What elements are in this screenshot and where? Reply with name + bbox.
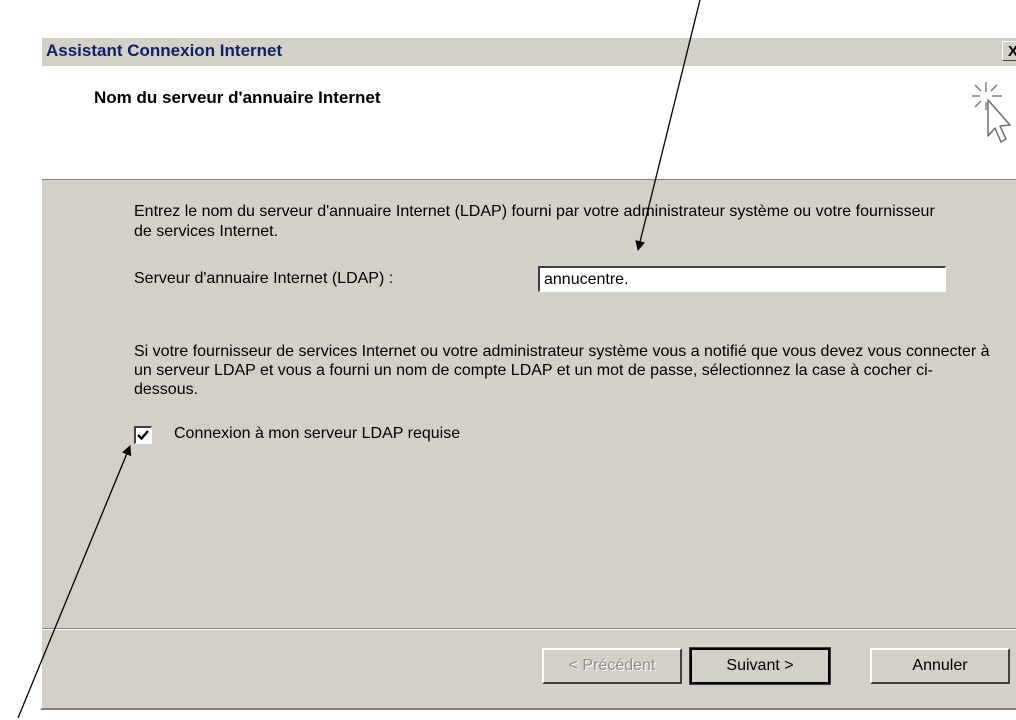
back-button[interactable]: < Précédent — [542, 648, 682, 684]
wizard-cursor-icon — [972, 82, 1011, 143]
page-title: Nom du serveur d'annuaire Internet — [94, 88, 381, 107]
window-title: Assistant Connexion Internet — [46, 41, 283, 60]
cancel-button[interactable]: Annuler — [870, 648, 1010, 684]
wizard-header: Nom du serveur d'annuaire Internet — [42, 66, 1016, 180]
page: Assistant Connexion Internet X Nom du se… — [0, 0, 1016, 720]
checkmark-icon — [137, 430, 149, 441]
wizard-body: Entrez le nom du serveur d'annuaire Inte… — [42, 182, 1016, 628]
title-bar[interactable]: Assistant Connexion Internet X — [42, 38, 1016, 66]
next-button[interactable]: Suivant > — [689, 647, 831, 685]
wizard-dialog: Assistant Connexion Internet X Nom du se… — [40, 38, 1016, 710]
logon-required-checkbox[interactable] — [134, 426, 152, 444]
notice-text: Si votre fournisseur de services Interne… — [134, 343, 990, 398]
button-separator — [42, 628, 1016, 630]
ldap-server-input[interactable] — [538, 266, 946, 292]
close-button[interactable]: X — [1002, 41, 1016, 61]
server-field-label: Serveur d'annuaire Internet (LDAP) : — [134, 270, 394, 287]
logon-required-label: Connexion à mon serveur LDAP requise — [174, 425, 461, 442]
intro-text: Entrez le nom du serveur d'annuaire Inte… — [134, 203, 935, 240]
